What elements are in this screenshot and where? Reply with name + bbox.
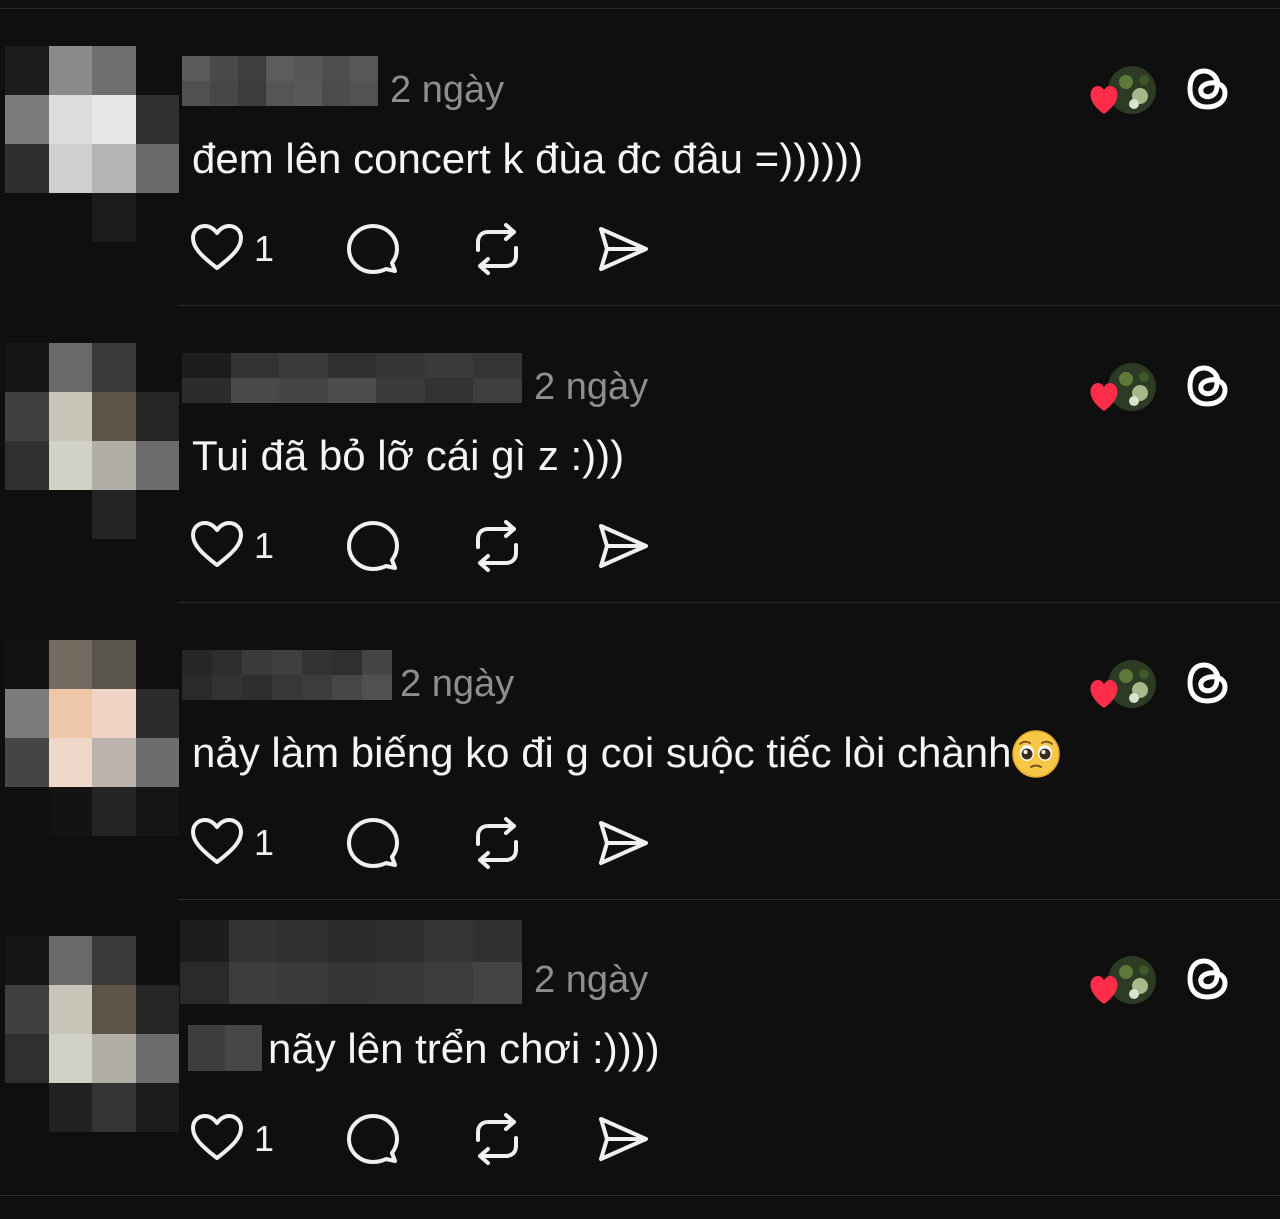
avatar[interactable] bbox=[5, 640, 179, 836]
liked-by-author-icon bbox=[1090, 660, 1156, 708]
pleading-face-emoji bbox=[1012, 730, 1061, 778]
post-text-content: nãy lên trển chơi :)))) bbox=[268, 1025, 660, 1072]
post-time: 2 ngày bbox=[534, 959, 649, 1001]
repost-icon bbox=[476, 817, 518, 869]
avatar[interactable] bbox=[5, 343, 179, 539]
comment-button[interactable] bbox=[346, 1112, 400, 1166]
threads-logo-icon[interactable] bbox=[1184, 658, 1234, 708]
share-icon bbox=[599, 227, 648, 271]
share-icon bbox=[599, 524, 648, 568]
action-bar: 1 bbox=[190, 519, 670, 573]
repost-button[interactable] bbox=[470, 222, 524, 276]
avatar[interactable] bbox=[5, 46, 179, 242]
post-text: đem lên concert k đùa đc đâu =)))))) bbox=[192, 135, 864, 182]
share-button[interactable] bbox=[596, 222, 650, 276]
like-count: 1 bbox=[254, 525, 275, 566]
username-redacted[interactable] bbox=[182, 650, 392, 700]
comment-icon bbox=[347, 224, 399, 274]
share-button[interactable] bbox=[596, 1112, 650, 1166]
comment-button[interactable] bbox=[346, 519, 400, 573]
like-count: 1 bbox=[254, 822, 275, 863]
heart-icon bbox=[191, 1114, 243, 1160]
like-button[interactable]: 1 bbox=[190, 519, 274, 573]
like-button[interactable]: 1 bbox=[190, 1112, 274, 1166]
username-redacted[interactable] bbox=[180, 920, 522, 1004]
reply-post[interactable]: 2 ngày nảy làm biếng ko đi g coi suộc ti… bbox=[0, 604, 1280, 900]
like-button[interactable]: 1 bbox=[190, 816, 274, 870]
mention-redacted bbox=[188, 1025, 262, 1071]
reply-post[interactable]: 2 ngày nãy lên trển chơi :)))) 1 bbox=[0, 900, 1280, 1196]
share-button[interactable] bbox=[596, 519, 650, 573]
avatar[interactable] bbox=[5, 936, 179, 1132]
liked-by-author-icon bbox=[1090, 363, 1156, 411]
username-redacted[interactable] bbox=[182, 56, 378, 106]
like-count: 1 bbox=[254, 228, 275, 269]
comment-button[interactable] bbox=[346, 222, 400, 276]
heart-icon bbox=[191, 818, 243, 864]
share-button[interactable] bbox=[596, 816, 650, 870]
like-button[interactable]: 1 bbox=[190, 222, 274, 276]
repost-icon bbox=[476, 1113, 518, 1165]
reply-post[interactable]: 2 ngày đem lên concert k đùa đc đâu =)))… bbox=[0, 10, 1280, 306]
post-text: Tui đã bỏ lỡ cái gì z :))) bbox=[192, 432, 625, 479]
post-time: 2 ngày bbox=[390, 69, 505, 111]
comment-icon bbox=[347, 521, 399, 571]
repost-button[interactable] bbox=[470, 1112, 524, 1166]
like-count: 1 bbox=[254, 1118, 275, 1159]
comment-icon bbox=[347, 818, 399, 868]
post-text: nãy lên trển chơi :)))) bbox=[188, 1024, 660, 1074]
top-divider bbox=[0, 8, 1280, 9]
liked-by-author-icon bbox=[1090, 956, 1156, 1004]
share-icon bbox=[599, 821, 648, 865]
action-bar: 1 bbox=[190, 222, 670, 276]
post-text-content: nảy làm biếng ko đi g coi suộc tiếc lòi … bbox=[192, 729, 1012, 776]
repost-icon bbox=[476, 520, 518, 572]
reply-post[interactable]: 2 ngày Tui đã bỏ lỡ cái gì z :))) 1 bbox=[0, 307, 1280, 603]
comment-button[interactable] bbox=[346, 816, 400, 870]
threads-logo-icon[interactable] bbox=[1184, 361, 1234, 411]
share-icon bbox=[599, 1117, 648, 1161]
heart-icon bbox=[191, 224, 243, 270]
threads-logo-icon[interactable] bbox=[1184, 64, 1234, 114]
post-divider bbox=[178, 305, 1280, 306]
post-text: nảy làm biếng ko đi g coi suộc tiếc lòi … bbox=[192, 728, 1061, 779]
post-time: 2 ngày bbox=[400, 663, 515, 705]
heart-icon bbox=[191, 521, 243, 567]
liked-by-author-icon bbox=[1090, 66, 1156, 114]
username-redacted[interactable] bbox=[182, 353, 522, 403]
post-divider bbox=[178, 602, 1280, 603]
comment-icon bbox=[347, 1114, 399, 1164]
repost-button[interactable] bbox=[470, 816, 524, 870]
action-bar: 1 bbox=[190, 1112, 670, 1166]
action-bar: 1 bbox=[190, 816, 670, 870]
post-divider bbox=[0, 1195, 1280, 1196]
repost-button[interactable] bbox=[470, 519, 524, 573]
threads-logo-icon[interactable] bbox=[1184, 954, 1234, 1004]
post-time: 2 ngày bbox=[534, 366, 649, 408]
repost-icon bbox=[476, 223, 518, 275]
